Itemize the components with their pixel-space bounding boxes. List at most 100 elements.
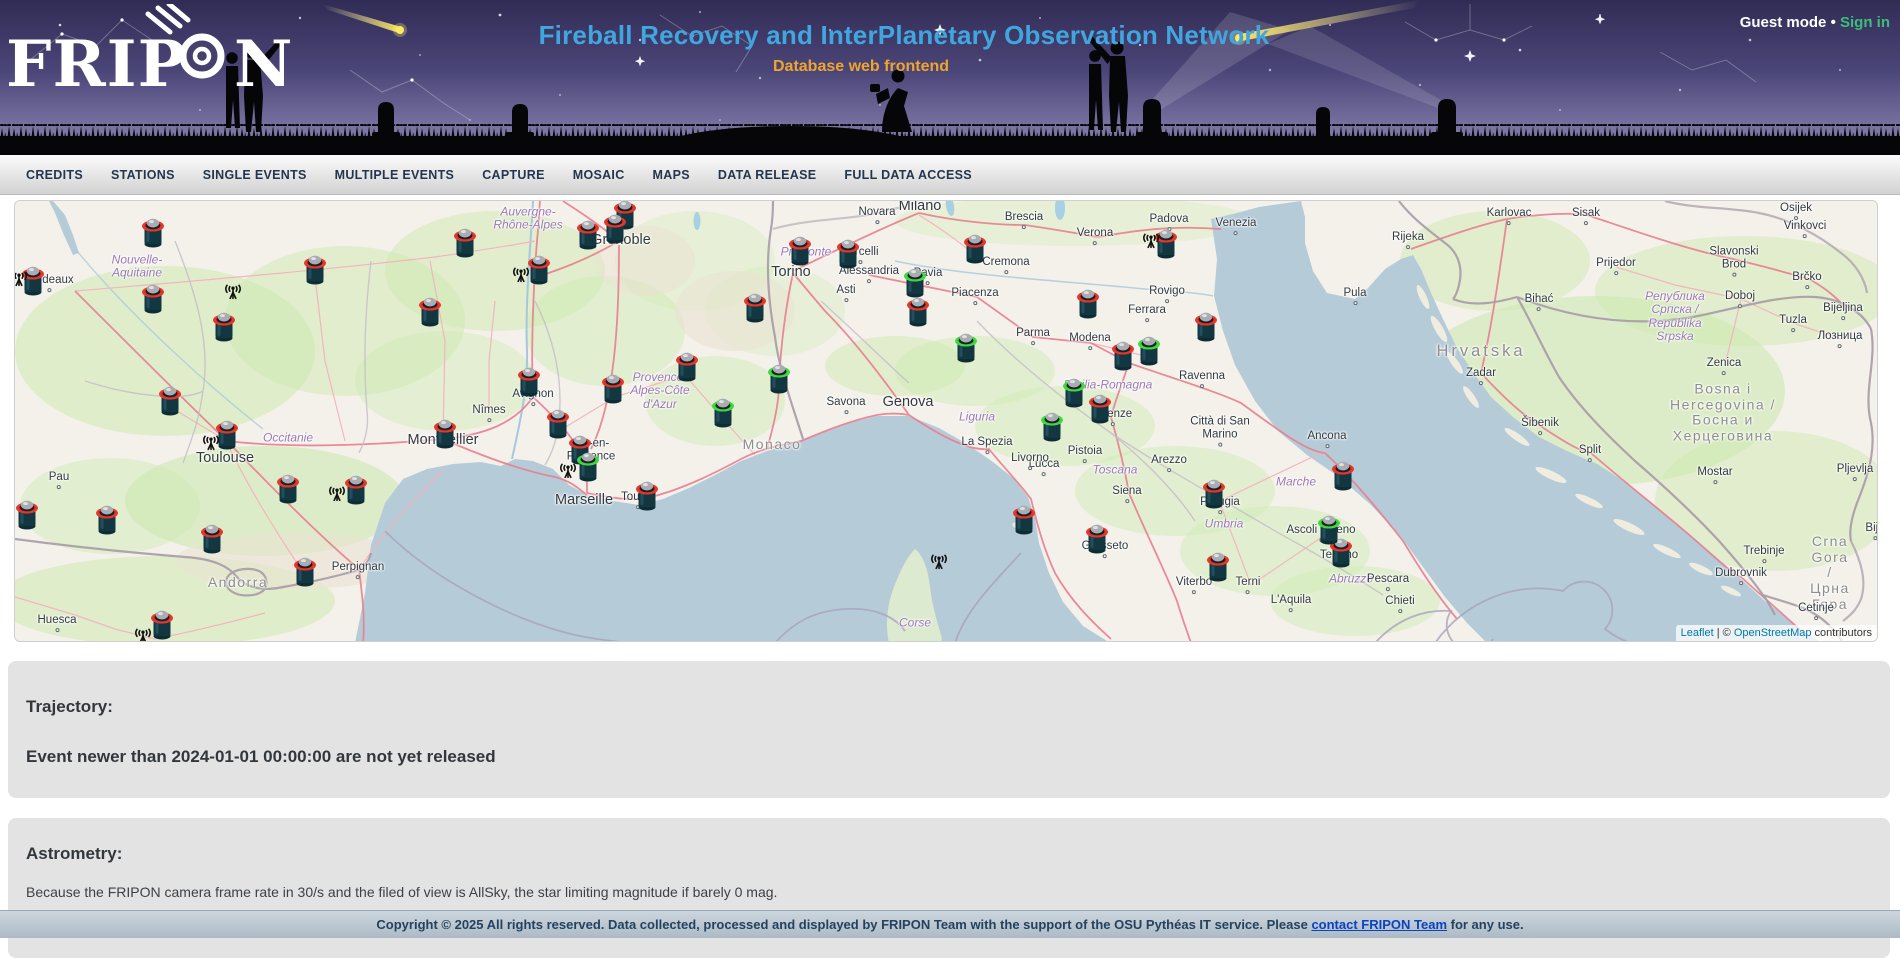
station-marker-red[interactable] [452, 226, 478, 263]
city-dot [1713, 480, 1717, 484]
city-dot [1803, 234, 1807, 238]
station-marker-green[interactable] [1039, 410, 1065, 447]
city-label: Venezia [1216, 217, 1257, 235]
station-marker-green[interactable] [1061, 376, 1087, 413]
antenna-icon [224, 281, 242, 304]
station-marker-red[interactable] [432, 417, 458, 454]
station-marker-red[interactable] [602, 212, 628, 249]
nav-item-full-data-access[interactable]: FULL DATA ACCESS [830, 168, 985, 182]
city-dot [531, 402, 535, 406]
station-marker-red[interactable] [149, 608, 175, 642]
city-dot [875, 220, 879, 224]
city-dot [1406, 245, 1410, 249]
city-dot [844, 298, 848, 302]
city-label: Tuzla [1779, 314, 1807, 332]
region-label: Nouvelle- Aquitaine [112, 254, 163, 281]
station-marker-red[interactable] [140, 216, 166, 253]
station-marker-green[interactable] [902, 266, 928, 303]
city-dot [1386, 587, 1390, 591]
city-dot [1125, 499, 1129, 503]
nav-item-credits[interactable]: CREDITS [12, 168, 97, 182]
station-marker-red[interactable] [962, 232, 988, 269]
map-overlay-layer: Nouvelle- AquitaineOccitanieAuvergne- Rh… [15, 201, 1877, 641]
nav-item-single-events[interactable]: SINGLE EVENTS [189, 168, 321, 182]
station-marker-red[interactable] [343, 473, 369, 510]
region-label: Liguria [959, 410, 995, 423]
city-label: Nîmes [472, 404, 505, 422]
city-label: Città di San Marino [1190, 416, 1249, 447]
station-marker-red[interactable] [835, 237, 861, 274]
city-label: Pau [49, 471, 69, 489]
station-marker-green[interactable] [953, 331, 979, 368]
leaflet-link[interactable]: Leaflet [1681, 627, 1714, 639]
station-marker-red[interactable] [600, 372, 626, 409]
osm-link[interactable]: OpenStreetMap [1734, 627, 1812, 639]
station-marker-green[interactable] [1316, 513, 1342, 550]
city-label: Doboj [1725, 290, 1755, 308]
station-marker-red[interactable] [140, 282, 166, 319]
nav-item-multiple-events[interactable]: MULTIPLE EVENTS [321, 168, 469, 182]
city-label: Vinkovci [1784, 220, 1827, 238]
separator-bullet: • [1826, 14, 1840, 31]
city-dot [356, 575, 360, 579]
region-label: Occitanie [263, 431, 313, 444]
city-label: Terni [1236, 576, 1261, 594]
station-marker-green[interactable] [575, 450, 601, 487]
nav-item-capture[interactable]: CAPTURE [468, 168, 559, 182]
city-label: Pljevlja [1837, 463, 1873, 481]
station-marker-red[interactable] [157, 384, 183, 421]
station-marker-red[interactable] [275, 472, 301, 509]
city-dot [487, 418, 491, 422]
city-dot [1805, 285, 1809, 289]
station-marker-red[interactable] [302, 253, 328, 290]
city-label: Livorno [1011, 452, 1049, 470]
station-marker-red[interactable] [211, 310, 237, 347]
station-marker-red[interactable] [634, 479, 660, 516]
region-label: Corse [899, 616, 931, 629]
station-marker-red[interactable] [1011, 503, 1037, 540]
station-marker-red[interactable] [575, 218, 601, 255]
city-dot [1791, 328, 1795, 332]
nav-item-data-release[interactable]: DATA RELEASE [704, 168, 831, 182]
city-dot [1739, 581, 1743, 585]
region-label: Toscana [1093, 463, 1138, 476]
station-marker-red[interactable] [1330, 459, 1356, 496]
station-marker-red[interactable] [742, 291, 768, 328]
nav-item-stations[interactable]: STATIONS [97, 168, 189, 182]
city-dot [1841, 316, 1845, 320]
trajectory-panel: Trajectory: Event newer than 2024-01-01 … [8, 661, 1890, 798]
station-marker-red[interactable] [14, 498, 40, 535]
station-marker-red[interactable] [674, 350, 700, 387]
city-label: Pescara [1367, 573, 1409, 591]
station-marker-red[interactable] [1110, 339, 1136, 376]
contact-fripon-link[interactable]: contact FRIPON Team [1311, 917, 1447, 932]
nav-item-maps[interactable]: MAPS [639, 168, 704, 182]
sign-in-link[interactable]: Sign in [1840, 14, 1890, 31]
nav-item-mosaic[interactable]: MOSAIC [559, 168, 639, 182]
station-marker-green[interactable] [710, 396, 736, 433]
fripon-logo[interactable]: FRIP N [6, 4, 296, 104]
stations-map[interactable]: Nouvelle- AquitaineOccitanieAuvergne- Rh… [14, 200, 1878, 642]
station-marker-green[interactable] [1136, 334, 1162, 371]
city-label: Lucca [1029, 458, 1060, 476]
station-marker-red[interactable] [1075, 287, 1101, 324]
station-marker-red[interactable] [417, 295, 443, 332]
station-marker-green[interactable] [766, 362, 792, 399]
station-marker-red[interactable] [516, 365, 542, 402]
antenna-icon [1142, 230, 1160, 253]
city-label: Trebinje [1743, 545, 1784, 563]
station-marker-red[interactable] [1201, 477, 1227, 514]
city-dot [47, 288, 51, 292]
station-marker-red[interactable] [1087, 392, 1113, 429]
city-dot [1145, 318, 1149, 322]
station-marker-red[interactable] [199, 522, 225, 559]
station-marker-red[interactable] [1193, 310, 1219, 347]
station-marker-red[interactable] [1084, 522, 1110, 559]
city-label: Genova [883, 394, 934, 410]
city-dot [1093, 241, 1097, 245]
station-marker-red[interactable] [292, 555, 318, 592]
station-marker-red[interactable] [787, 234, 813, 271]
city-dot [1584, 221, 1588, 225]
station-marker-red[interactable] [1205, 550, 1231, 587]
station-marker-red[interactable] [94, 503, 120, 540]
